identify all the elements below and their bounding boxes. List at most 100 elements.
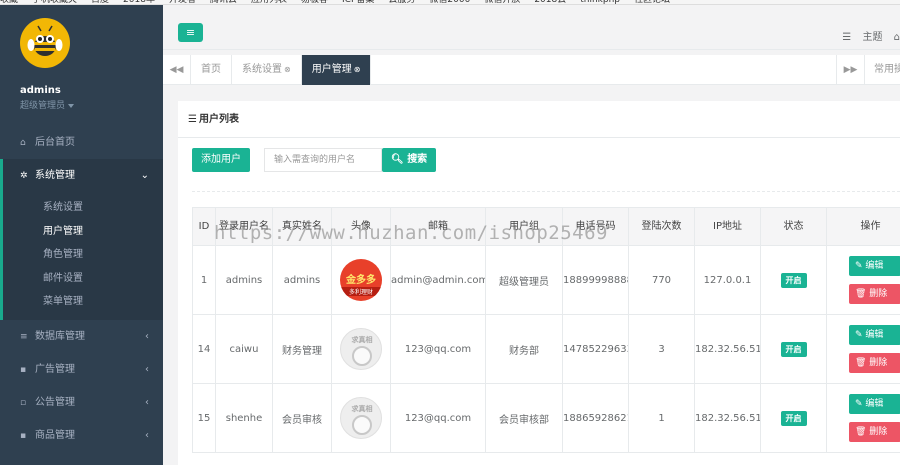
trash-icon: 🗑︎ (855, 358, 870, 368)
theme-link[interactable]: ☰ 主题 (834, 32, 882, 43)
caret-down-icon (68, 103, 75, 108)
list-icon: ☰ (188, 114, 197, 125)
cell-avatar: 求真相 (331, 383, 391, 453)
sidebar-subitem-system-settings[interactable]: 系统设置 (3, 196, 163, 220)
sidebar-item-products[interactable]: ▪ 商品管理 ‹ (0, 418, 163, 452)
tab-label: 用户管理 (311, 64, 352, 75)
table-row: 1 admins admins 金多多 多利理财 admin@admin.com… (192, 245, 900, 315)
cell-phone: 14785229633 (562, 314, 629, 384)
bookmark-item[interactable]: ICP备案 (342, 0, 374, 4)
cell-phone: 18865928621 (562, 383, 629, 453)
sidebar-item-notices[interactable]: ▫ 公告管理 ‹ (0, 385, 163, 419)
trash-icon: 🗑︎ (855, 427, 870, 437)
profile-block: admins 超级管理员 (0, 5, 163, 126)
avatar-text: 求真相 (351, 336, 373, 344)
edit-button[interactable]: ✎ 编辑 (849, 325, 900, 345)
common-actions-dropdown[interactable]: 常用操作 (864, 55, 900, 85)
bookmark-item[interactable]: 易极客 (301, 0, 328, 4)
bookmark-item[interactable]: 收藏 (0, 0, 18, 4)
column-header-status: 状态 (760, 207, 827, 246)
add-user-button[interactable]: 添加用户 (192, 148, 250, 172)
cell-actions: ✎ 编辑 🗑︎ 删除 (826, 383, 900, 453)
status-badge[interactable]: 开启 (780, 410, 807, 426)
bookmark-item[interactable]: 百度 (91, 0, 109, 4)
double-chevron-right-icon: ▶▶ (843, 65, 858, 75)
list-icon: ☰ (842, 32, 855, 43)
sidebar-item-home[interactable]: ⌂ 后台首页 (0, 126, 163, 159)
sidebar-subitem-user-management[interactable]: 用户管理 (3, 220, 163, 244)
sidebar-subitem-role-management[interactable]: 角色管理 (3, 243, 163, 267)
cell-group: 会员审核部 (485, 383, 563, 453)
cell-status: 开启 (760, 383, 827, 453)
bookmark-item[interactable]: 开发者 (169, 0, 196, 4)
tab-label: 系统设置 (242, 64, 282, 75)
book-icon: ▪ (20, 430, 27, 441)
sidebar-item-database[interactable]: ≡ 数据库管理 ‹ (0, 319, 163, 353)
bookmark-item[interactable]: 手机收藏夹 (32, 0, 77, 4)
column-header-phone: 电话号码 (562, 207, 629, 246)
bee-logo-icon (27, 25, 63, 56)
face-icon (352, 346, 372, 366)
bookmark-item[interactable]: 云服务 (388, 0, 415, 4)
column-header-email: 邮箱 (390, 207, 486, 246)
search-button[interactable]: 🔍︎ 搜索 (382, 148, 437, 172)
cell-username: caiwu (215, 314, 273, 384)
profile-role-dropdown[interactable]: 超级管理员 (20, 98, 163, 111)
tab-user-management[interactable]: 用户管理 ⊗ (301, 55, 372, 85)
close-icon[interactable]: ⊗ (354, 65, 361, 74)
status-badge[interactable]: 开启 (780, 341, 807, 357)
column-header-logins: 登陆次数 (628, 207, 695, 246)
delete-button[interactable]: 🗑︎ 删除 (849, 284, 900, 304)
sidebar-subitem-mail-settings[interactable]: 邮件设置 (3, 267, 163, 291)
cell-ip: 182.32.56.51 (694, 383, 761, 453)
bookmark-item[interactable]: 社区论坛 (634, 0, 670, 4)
avatar[interactable] (20, 18, 70, 68)
bookmark-item[interactable]: 微信开放 (484, 0, 520, 4)
search-input[interactable]: 输入需查询的用户名 (264, 148, 382, 172)
tab-system-settings[interactable]: 系统设置 ⊗ (232, 55, 302, 85)
edit-label: 编辑 (865, 399, 884, 409)
tabs-scroll-right-button[interactable]: ▶▶ (836, 55, 864, 85)
sidebar-item-label: 公告管理 (35, 396, 75, 408)
home-link[interactable]: ⌂ (894, 32, 900, 43)
face-icon (352, 415, 372, 435)
close-icon[interactable]: ⊗ (284, 65, 291, 74)
column-header-avatar: 头像 (331, 207, 391, 246)
cell-email: 123@qq.com (390, 314, 486, 384)
page-tabs: 首页 系统设置 ⊗ 用户管理 ⊗ (191, 55, 372, 85)
bookmark-item[interactable]: 微信2000 (429, 0, 470, 4)
cell-id: 15 (192, 383, 216, 453)
bookmark-item[interactable]: 腾讯云 (210, 0, 237, 4)
bookmark-item[interactable]: 应用列表 (251, 0, 287, 4)
bookmark-item[interactable]: 2018年 (123, 0, 155, 4)
column-header-username: 登录用户名 (215, 207, 273, 246)
edit-button[interactable]: ✎ 编辑 (849, 256, 900, 276)
bookmark-item[interactable]: thinkphp (580, 0, 620, 4)
cell-logins: 3 (628, 314, 695, 384)
sidebar-item-ads[interactable]: ▪ 广告管理 ‹ (0, 352, 163, 386)
profile-name: admins (20, 85, 61, 96)
sidebar-item-label: 系统管理 (35, 170, 75, 181)
edit-button[interactable]: ✎ 编辑 (849, 394, 900, 414)
cell-email: 123@qq.com (390, 383, 486, 453)
sidebar-subitem-menu-management[interactable]: 菜单管理 (3, 290, 163, 314)
edit-icon: ✎ (855, 399, 866, 409)
cell-id: 1 (192, 245, 216, 315)
delete-button[interactable]: 🗑︎ 删除 (849, 353, 900, 373)
delete-label: 删除 (869, 427, 888, 437)
sidebar-toggle-button[interactable]: ≡ (178, 23, 203, 42)
user-table: ID 登录用户名 真实姓名 头像 邮箱 用户组 电话号码 登陆次数 IP地址 状… (192, 207, 900, 453)
column-header-group: 用户组 (485, 207, 563, 246)
tab-home[interactable]: 首页 (191, 55, 232, 85)
avatar-text: 金多多 (346, 275, 376, 286)
status-badge[interactable]: 开启 (780, 272, 807, 288)
bookmark-item[interactable]: 2018云 (534, 0, 566, 4)
sidebar-menu: ⌂ 后台首页 ✲ 系统管理 ⌄ 系统设置 用户管理 角色管理 邮件设置 菜单管理 ≡… (0, 126, 163, 452)
profile-role-label: 超级管理员 (20, 101, 66, 111)
sidebar-item-system[interactable]: ✲ 系统管理 ⌄ (0, 159, 163, 192)
sidebar-item-label: 数据库管理 (35, 330, 85, 342)
delete-button[interactable]: 🗑︎ 删除 (849, 422, 900, 442)
tabs-scroll-left-button[interactable]: ◀◀ (163, 55, 191, 85)
avatar: 求真相 (340, 397, 382, 439)
cell-avatar: 求真相 (331, 314, 391, 384)
